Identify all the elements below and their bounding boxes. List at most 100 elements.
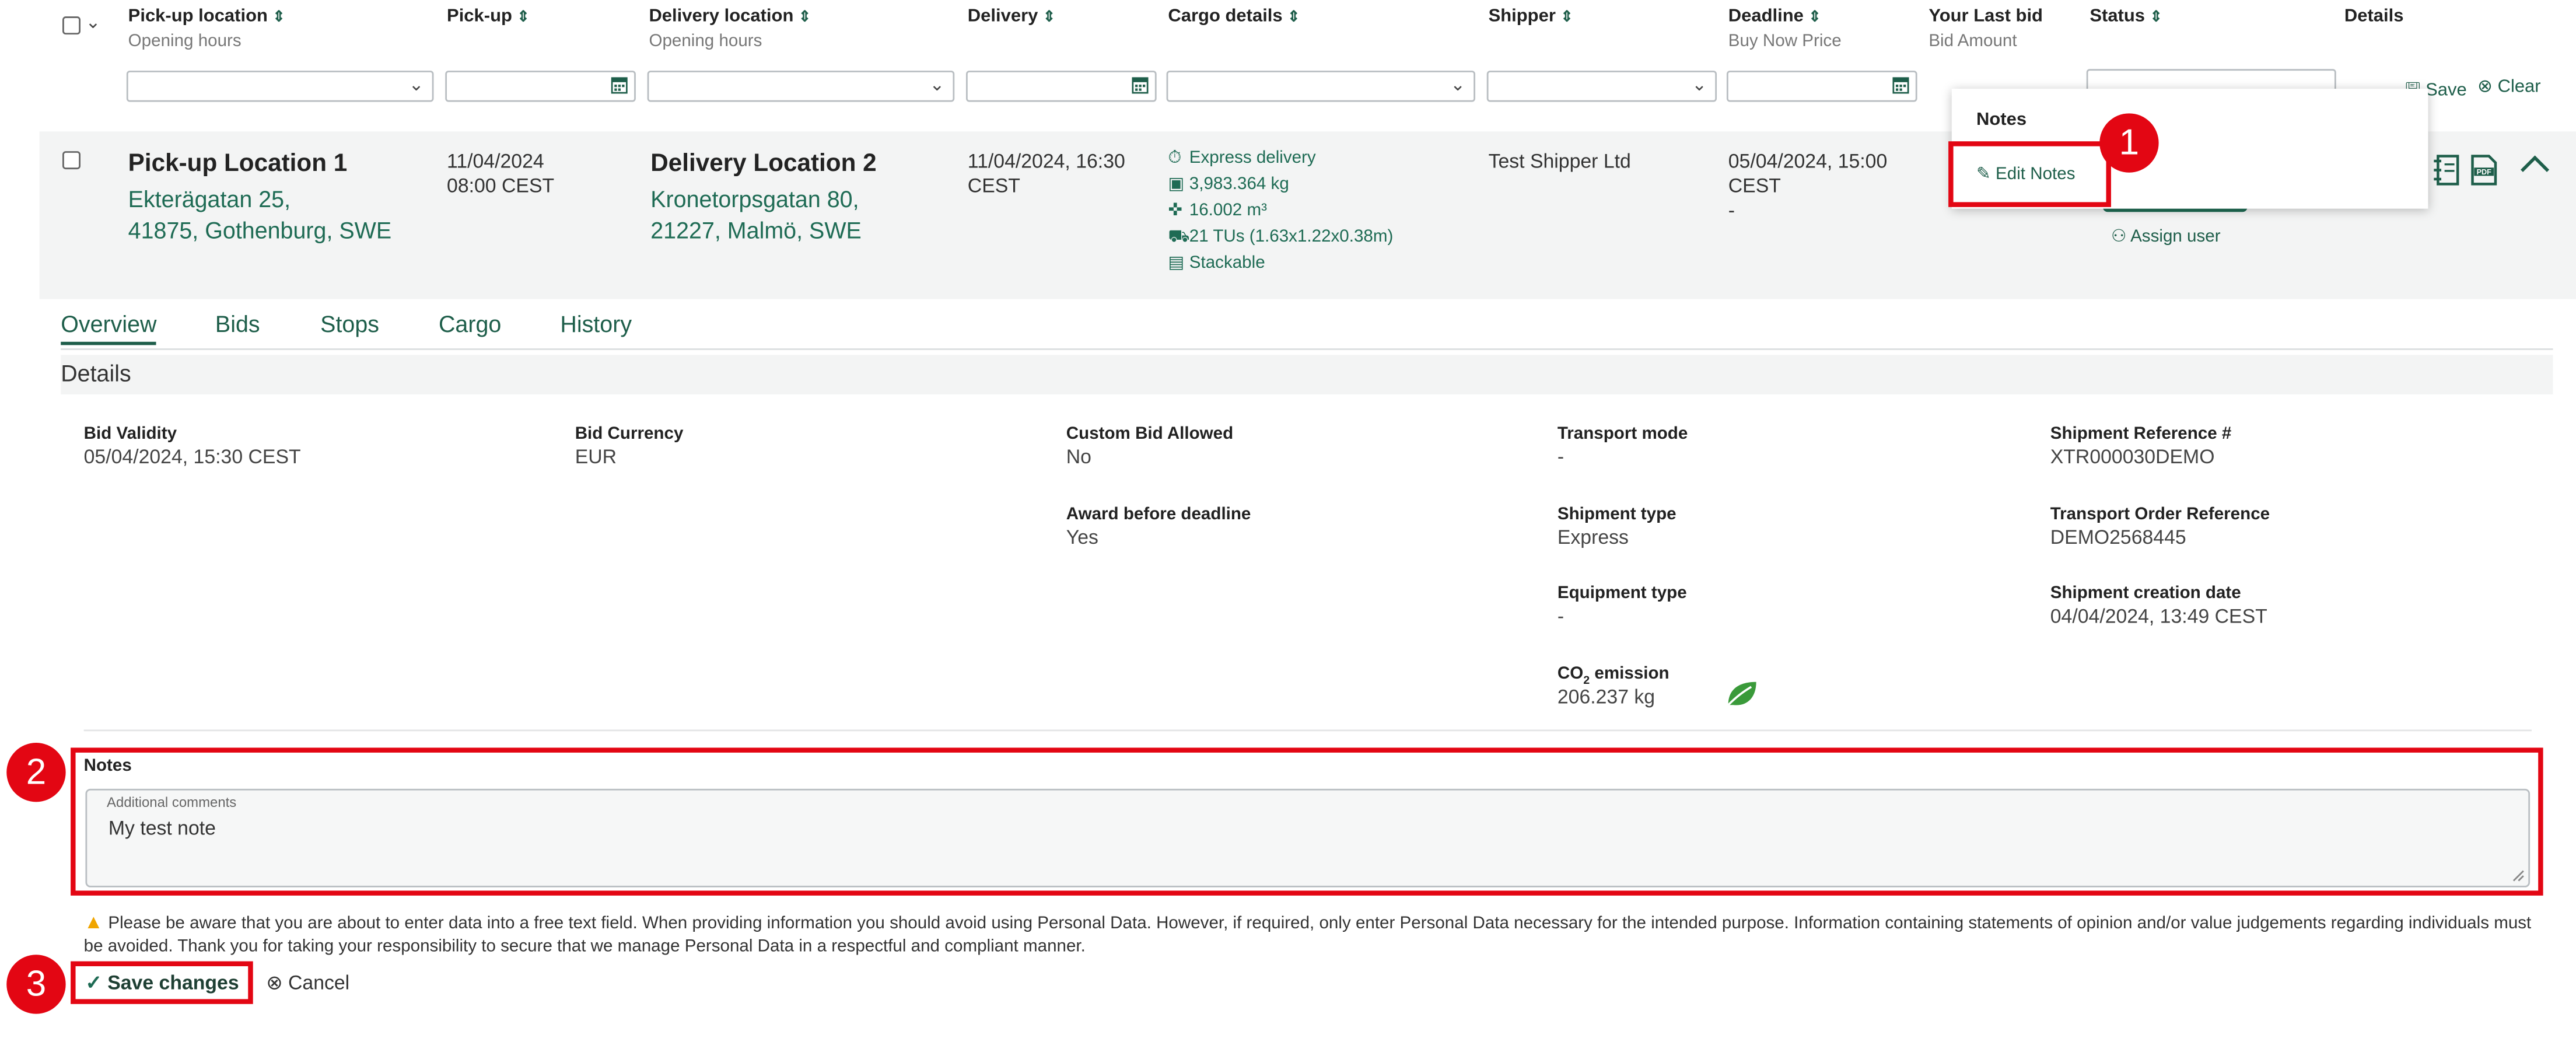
cargo-stackable-text: Stackable	[1189, 253, 1265, 273]
header-delivery-location-sub: Opening hours	[649, 31, 762, 51]
header-pickup-location-sub: Opening hours	[128, 31, 242, 51]
stopwatch-icon: ⏱	[1168, 148, 1182, 168]
cargo-volume: ✜ 16.002 m³	[1168, 197, 1267, 223]
header-details: Details	[2344, 6, 2404, 27]
bid-currency-value: EUR	[575, 445, 617, 469]
svg-text:PDF: PDF	[2477, 168, 2492, 176]
sort-icon[interactable]: ⇕	[1043, 8, 1055, 25]
shipment-type-label: Shipment type	[1557, 504, 1676, 525]
warning-icon: ▲	[83, 910, 104, 934]
step-marker-2: 2	[6, 742, 66, 802]
select-all-checkbox[interactable]	[62, 16, 80, 35]
leaf-icon	[1727, 681, 1756, 706]
custom-bid-value: No	[1066, 445, 1091, 469]
header-pickup[interactable]: Pick-up ⇕	[447, 6, 530, 26]
pickup-date: 11/04/2024	[447, 149, 544, 173]
deadline-date: 05/04/2024, 15:00	[1728, 149, 1888, 173]
cargo-volume-text: 16.002 m³	[1189, 200, 1267, 221]
header-pickup-location[interactable]: Pick-up location ⇕	[128, 6, 285, 26]
stage: ⌄ Pick-up location ⇕ Opening hours Pick-u…	[0, 0, 2576, 1045]
pickup-address-line1[interactable]: Ekterägatan 25,	[128, 184, 290, 215]
sort-icon[interactable]: ⇕	[1560, 8, 1573, 25]
sort-icon[interactable]: ⇕	[272, 8, 285, 25]
row-checkbox[interactable]	[62, 151, 80, 170]
assign-user-link[interactable]: ⚇ Assign user	[2111, 227, 2221, 247]
select-all-chevron-icon[interactable]: ⌄	[85, 12, 100, 33]
privacy-warning: ▲ Please be aware that you are about to …	[84, 910, 2532, 958]
award-label: Award before deadline	[1066, 504, 1251, 525]
header-status[interactable]: Status ⇕	[2090, 6, 2162, 26]
co2-value: 206.237 kg	[1557, 685, 1656, 708]
privacy-warning-text: Please be aware that you are about to en…	[83, 913, 2532, 957]
sort-icon[interactable]: ⇕	[517, 8, 529, 25]
pickup-address-line2[interactable]: 41875, Gothenburg, SWE	[128, 215, 392, 247]
transport-order-label: Transport Order Reference	[2050, 504, 2270, 525]
shipment-ref-label: Shipment Reference #	[2050, 424, 2232, 444]
filter-delivery-date[interactable]	[965, 71, 1157, 102]
sort-icon[interactable]: ⇕	[1808, 8, 1821, 25]
calendar-icon[interactable]	[1892, 76, 1909, 94]
notes-divider	[83, 729, 2532, 732]
co2-label-main: CO	[1557, 663, 1584, 684]
buy-now-price: -	[1728, 198, 1735, 222]
delivery-timezone: CEST	[967, 174, 1020, 197]
step-marker-3: 3	[6, 955, 66, 1014]
cancel-icon: ⊗	[266, 971, 283, 994]
filter-cargo-details[interactable]: ⌄	[1166, 71, 1476, 102]
pdf-icon[interactable]: PDF	[2471, 155, 2497, 186]
chevron-down-icon: ⌄	[1450, 75, 1466, 96]
calendar-icon[interactable]	[611, 76, 628, 94]
header-deadline-sub: Buy Now Price	[1728, 31, 1842, 51]
pickup-time: 08:00 CEST	[447, 174, 555, 197]
filter-delivery-location[interactable]: ⌄	[647, 71, 955, 102]
filter-clear-label: Clear	[2497, 77, 2541, 97]
delivery-address-line2[interactable]: 21227, Malmö, SWE	[650, 215, 862, 247]
tab-history[interactable]: History	[560, 310, 632, 337]
cargo-weight-text: 3,983.364 kg	[1189, 174, 1289, 194]
filter-deadline[interactable]	[1726, 71, 1917, 102]
annotation-box-save	[71, 961, 253, 1004]
header-shipper[interactable]: Shipper ⇕	[1489, 6, 1573, 26]
transport-mode-label: Transport mode	[1557, 424, 1688, 444]
bid-currency-label: Bid Currency	[575, 424, 684, 444]
calendar-icon[interactable]	[1132, 76, 1149, 94]
co2-label: CO2 emission	[1558, 664, 1670, 687]
sort-icon[interactable]: ⇕	[2150, 8, 2162, 25]
cancel-button[interactable]: ⊗ Cancel	[266, 971, 349, 994]
header-cargo-details[interactable]: Cargo details ⇕	[1168, 6, 1300, 26]
header-delivery-location[interactable]: Delivery location ⇕	[649, 6, 811, 26]
document-icon[interactable]	[2433, 155, 2461, 186]
step-marker-1: 1	[2099, 113, 2159, 173]
tab-stops[interactable]: Stops	[320, 310, 379, 337]
sort-icon[interactable]: ⇕	[799, 8, 811, 25]
creation-date-value: 04/04/2024, 13:49 CEST	[2050, 604, 2267, 628]
pickup-location-title: Pick-up Location 1	[128, 149, 348, 178]
cargo-express-text: Express delivery	[1189, 148, 1316, 168]
sort-icon[interactable]: ⇕	[1287, 8, 1300, 25]
delivery-address-line1[interactable]: Kronetorpsgatan 80,	[650, 184, 859, 215]
volume-icon: ✜	[1168, 200, 1183, 221]
cargo-weight: ▣ 3,983.364 kg	[1168, 171, 1289, 197]
header-your-last-bid-sub: Bid Amount	[1929, 31, 2017, 51]
chevron-up-icon[interactable]	[2518, 155, 2551, 174]
pallet-icon: ⛟	[1168, 226, 1190, 247]
tab-bids[interactable]: Bids	[215, 310, 260, 337]
cargo-transport-units: ⛟ 21 TUs (1.63x1.22x0.38m)	[1168, 223, 1393, 250]
bid-validity-label: Bid Validity	[83, 424, 177, 444]
details-header	[61, 355, 2553, 394]
equipment-type-value: -	[1557, 604, 1564, 628]
assign-user-label: Assign user	[2130, 226, 2221, 247]
header-delivery[interactable]: Delivery ⇕	[968, 6, 1055, 26]
cargo-express: ⏱ Express delivery	[1168, 145, 1315, 171]
tab-overview[interactable]: Overview	[61, 310, 157, 345]
filter-clear-button[interactable]: ⊗ Clear	[2477, 76, 2541, 97]
chevron-down-icon: ⌄	[408, 75, 424, 96]
filter-pickup-location[interactable]: ⌄	[126, 71, 434, 102]
cargo-tus-text: 21 TUs (1.63x1.22x0.38m)	[1189, 226, 1394, 247]
filter-pickup-date[interactable]	[445, 71, 636, 102]
filter-shipper[interactable]: ⌄	[1486, 71, 1717, 102]
tab-divider	[61, 348, 2553, 350]
delivery-date: 11/04/2024, 16:30	[967, 149, 1125, 173]
tab-cargo[interactable]: Cargo	[439, 310, 501, 337]
header-deadline[interactable]: Deadline ⇕	[1728, 6, 1821, 26]
